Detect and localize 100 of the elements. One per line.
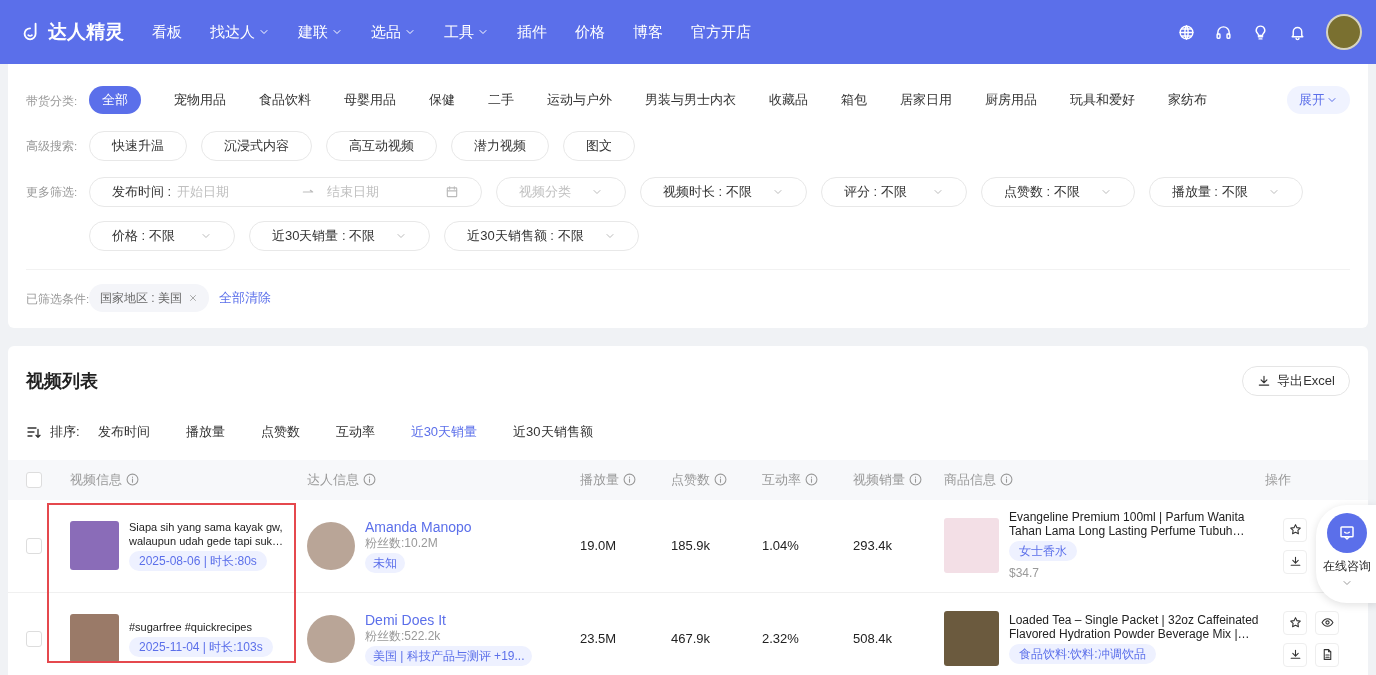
end-date-input[interactable]: 结束日期 xyxy=(327,182,438,202)
category-tab[interactable]: 保健 xyxy=(429,86,455,114)
nav-link[interactable]: 工具 xyxy=(444,20,489,44)
category-tab[interactable]: 收藏品 xyxy=(769,86,808,114)
nav-link[interactable]: 看板 xyxy=(152,20,182,44)
column-header: 点赞数 xyxy=(671,470,710,489)
download-button[interactable] xyxy=(1283,549,1307,574)
download-button[interactable] xyxy=(1283,642,1307,667)
video-title[interactable]: #sugarfree #quickrecipes xyxy=(129,620,289,634)
category-tab[interactable]: 家纺布 xyxy=(1168,86,1207,114)
follower-count: 粉丝数:522.2k xyxy=(365,628,441,644)
eye-button[interactable] xyxy=(1315,610,1339,635)
nav-link[interactable]: 博客 xyxy=(633,20,663,44)
table-cell: 1.04% xyxy=(762,537,799,553)
column-header: 操作 xyxy=(1265,470,1291,489)
clear-all-link[interactable]: 全部清除 xyxy=(219,288,271,308)
calendar-icon xyxy=(445,185,459,199)
eye-icon xyxy=(1320,616,1334,629)
category-tab[interactable]: 居家日用 xyxy=(900,86,952,114)
star-icon xyxy=(1288,616,1302,629)
section-title: 视频列表 xyxy=(26,369,98,393)
column-header: 播放量 xyxy=(580,470,619,489)
nav-link[interactable]: 选品 xyxy=(371,20,416,44)
product-category-tag: 食品饮料:饮料:冲调饮品 xyxy=(1009,644,1156,664)
row-checkbox[interactable] xyxy=(26,630,42,647)
info-icon[interactable] xyxy=(1000,473,1013,486)
creator-avatar[interactable] xyxy=(307,521,355,570)
star-icon xyxy=(1288,523,1302,536)
category-tab[interactable]: 运动与户外 xyxy=(547,86,612,114)
download-icon xyxy=(1257,374,1272,388)
expand-button[interactable]: 展开 xyxy=(1287,86,1350,114)
product-title[interactable]: Loaded Tea – Single Packet | 32oz Caffeinated Flavored Hydration Powder Beverage Mix |… xyxy=(1009,613,1261,641)
creator-tag: 未知 xyxy=(365,552,405,573)
filter-tag[interactable]: 国家地区 : 美国 xyxy=(89,284,209,312)
sort-option[interactable]: 近30天销量 xyxy=(410,422,478,442)
sort-label: 排序: xyxy=(50,423,80,441)
video-title[interactable]: Siapa sih yang sama kayak gw, walaupun udah gede tapi suk… xyxy=(129,520,289,548)
download-icon xyxy=(1288,555,1302,568)
online-consult-widget[interactable]: 在线咨询 xyxy=(1316,505,1376,603)
product-thumbnail[interactable] xyxy=(944,611,999,666)
filter-label: 已筛选条件: xyxy=(26,292,89,307)
creator-name-link[interactable]: Amanda Manopo xyxy=(365,518,472,536)
info-icon[interactable] xyxy=(714,473,727,486)
sort-option[interactable]: 互动率 xyxy=(335,422,375,442)
table-cell: 2.32% xyxy=(762,630,799,646)
close-icon[interactable] xyxy=(188,293,198,303)
category-tab[interactable]: 箱包 xyxy=(841,86,867,114)
info-icon[interactable] xyxy=(805,473,818,486)
chat-icon xyxy=(1338,524,1356,542)
info-icon[interactable] xyxy=(363,473,376,486)
sort-option[interactable]: 点赞数 xyxy=(260,422,300,442)
column-header: 视频信息 xyxy=(70,470,122,489)
product-price: $34.7 xyxy=(1009,564,1040,582)
category-tab[interactable]: 玩具和爱好 xyxy=(1070,86,1135,114)
table-cell: 23.5M xyxy=(580,630,617,646)
table-cell: 19.0M xyxy=(580,537,617,553)
info-icon[interactable] xyxy=(126,473,139,486)
filter-label: 更多筛选: xyxy=(26,185,79,200)
avatar[interactable] xyxy=(1326,14,1362,50)
category-tab[interactable]: 宠物用品 xyxy=(174,86,226,114)
download-icon xyxy=(1288,648,1302,661)
category-tab[interactable]: 全部 xyxy=(89,86,141,114)
consult-label: 在线咨询 xyxy=(1323,558,1371,575)
category-tab[interactable]: 二手 xyxy=(488,86,514,114)
column-header: 互动率 xyxy=(762,470,801,489)
table-cell: 185.9k xyxy=(671,537,711,553)
headset-icon[interactable] xyxy=(1215,23,1232,41)
product-thumbnail[interactable] xyxy=(944,518,999,573)
category-tab[interactable]: 厨房用品 xyxy=(985,86,1037,114)
info-icon[interactable] xyxy=(909,473,922,486)
video-thumbnail[interactable] xyxy=(70,521,119,570)
nav-link[interactable]: 官方开店 xyxy=(691,20,751,44)
start-date-input[interactable]: 开始日期 xyxy=(177,182,298,202)
table-cell: 508.4k xyxy=(853,630,893,646)
sort-option[interactable]: 播放量 xyxy=(185,422,225,442)
nav-link[interactable]: 插件 xyxy=(517,20,547,44)
star-button[interactable] xyxy=(1283,517,1307,542)
column-header: 视频销量 xyxy=(853,470,905,489)
product-title[interactable]: Evangeline Premium 100ml | Parfum Wanita Tahan Lama Long Lasting Perfume Tubuh… xyxy=(1009,509,1261,538)
nav-link[interactable]: 价格 xyxy=(575,20,605,44)
creator-tag: 美国 | 科技产品与测评 +19... xyxy=(365,645,533,666)
select-all-checkbox[interactable] xyxy=(26,471,42,488)
category-tab[interactable]: 男装与男士内衣 xyxy=(645,86,736,114)
video-thumbnail[interactable] xyxy=(70,614,119,663)
creator-name-link[interactable]: Demi Does It xyxy=(365,611,446,629)
creator-avatar[interactable] xyxy=(307,614,355,663)
nav-link[interactable]: 建联 xyxy=(298,20,343,44)
table-cell: 293.4k xyxy=(853,537,893,553)
info-icon[interactable] xyxy=(623,473,636,486)
nav-link[interactable]: 找达人 xyxy=(210,20,270,44)
category-tab[interactable]: 食品饮料 xyxy=(259,86,311,114)
row-checkbox[interactable] xyxy=(26,537,42,554)
sort-option[interactable]: 发布时间 xyxy=(97,422,150,442)
globe-icon[interactable] xyxy=(1178,23,1195,41)
star-button[interactable] xyxy=(1283,610,1307,635)
product-category-tag: 女士香水 xyxy=(1009,540,1077,561)
category-tab[interactable]: 母婴用品 xyxy=(344,86,396,114)
sort-option[interactable]: 近30天销售额 xyxy=(513,422,593,442)
column-header: 商品信息 xyxy=(944,470,996,489)
document-button[interactable] xyxy=(1315,642,1339,667)
